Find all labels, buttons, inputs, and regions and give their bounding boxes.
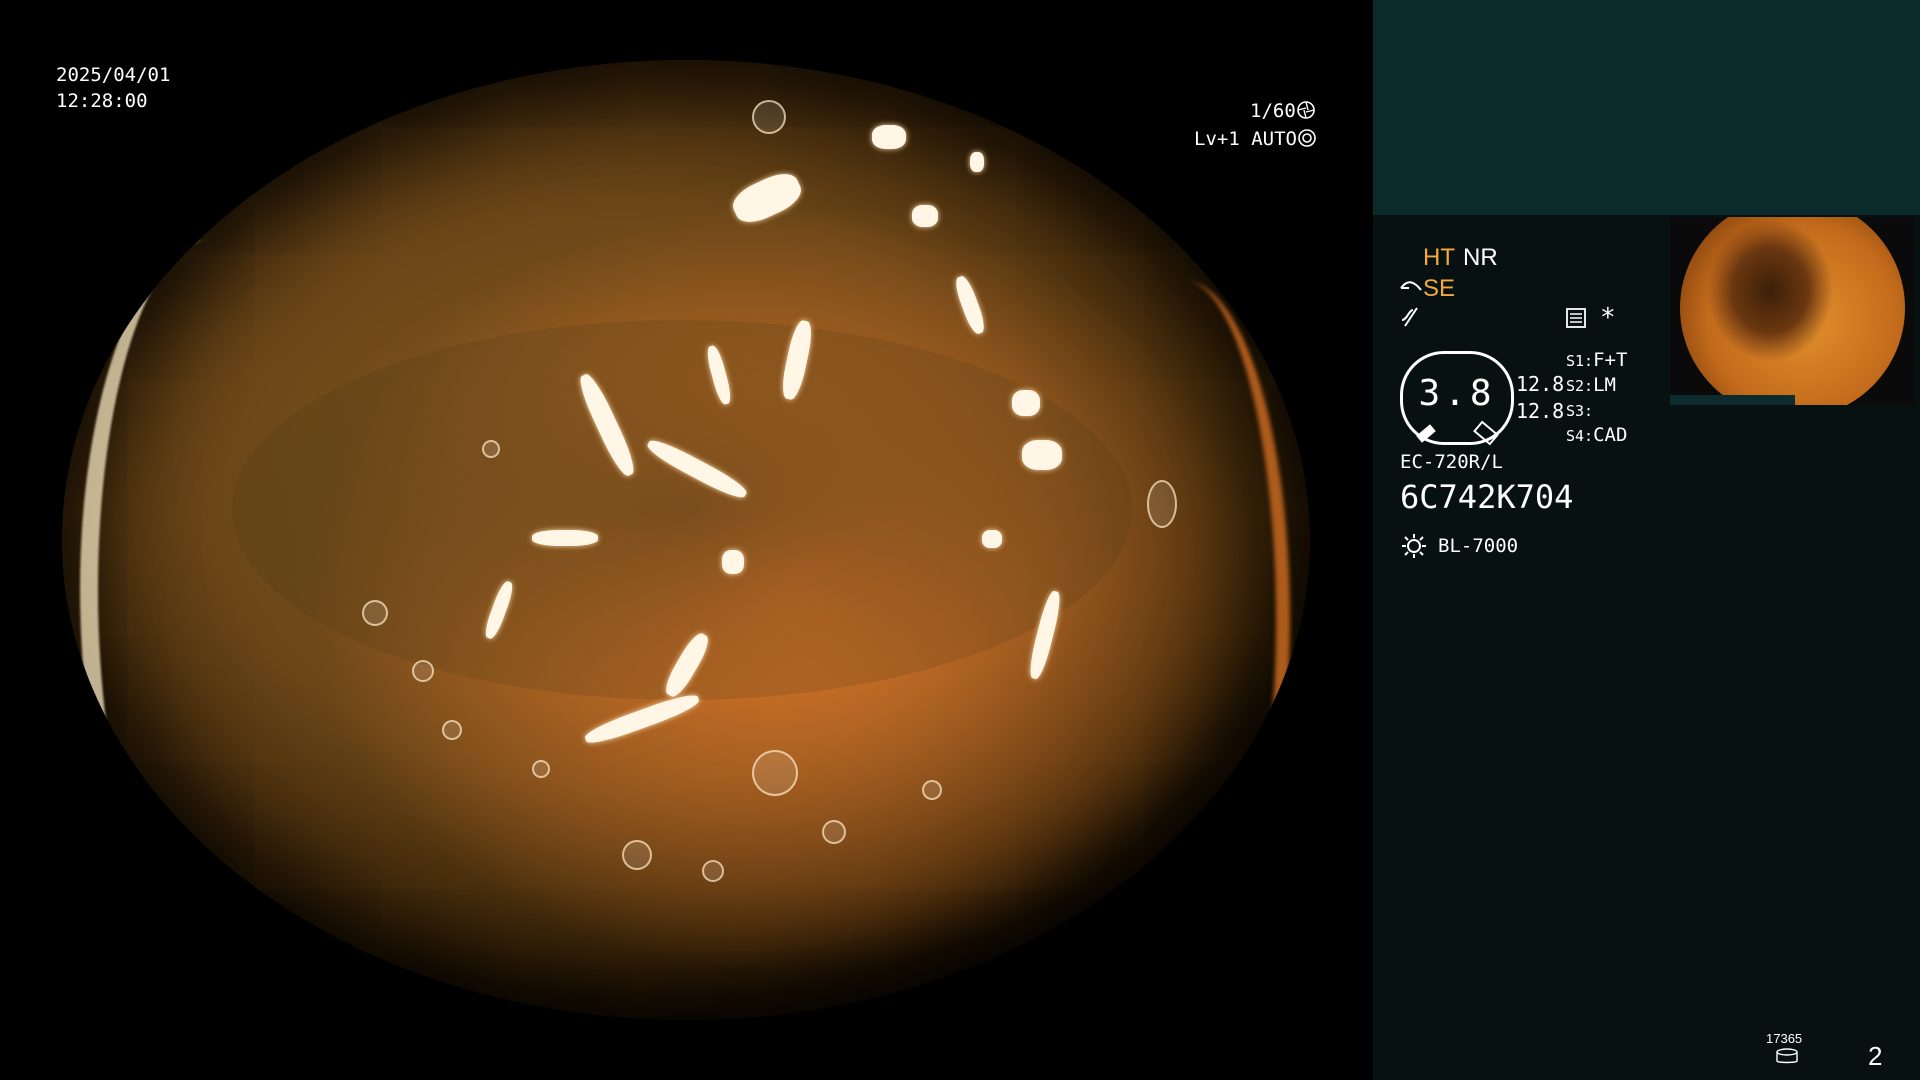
frequency-icon — [1399, 306, 1423, 334]
thumbnail-bar — [1670, 395, 1795, 405]
endoscope-video-area: 2025/04/01 12:28:00 1/60 Lv+1 AUTO — [0, 0, 1373, 1080]
ht-mode-label: HT — [1423, 244, 1455, 271]
switch-value: LM — [1593, 374, 1616, 396]
status-sidebar: HT NR SE * 3.8 12.8 12.8 S1:F+T S2:LM S3… — [1373, 0, 1920, 1080]
level-value: Lv+1 — [1194, 128, 1240, 150]
switch-key: S4: — [1566, 427, 1594, 445]
switch-row: S4:CAD — [1566, 423, 1627, 448]
fluid-bubble — [922, 780, 942, 800]
light-reflection — [1012, 390, 1040, 416]
fluid-bubble — [752, 100, 786, 134]
zoom-upper-value: 12.8 — [1516, 372, 1565, 396]
zoom-lower-value: 12.8 — [1516, 399, 1565, 423]
scope-serial: 6C742K704 — [1400, 478, 1574, 516]
switch-value: F+T — [1593, 349, 1628, 371]
nr-mode-label: NR — [1463, 244, 1498, 271]
lamp-icon — [1400, 532, 1428, 564]
date-label: 2025/04/01 — [56, 64, 171, 86]
endoscopic-image — [62, 60, 1310, 1020]
database-icon — [1775, 1048, 1799, 1070]
fluid-bubble — [822, 820, 846, 844]
left-fold-highlight — [80, 240, 338, 940]
fluid-bubble — [702, 860, 724, 882]
iris-readout: Lv+1 AUTO — [1194, 126, 1317, 152]
fluid-bubble — [622, 840, 652, 870]
fluid-bubble — [752, 750, 798, 796]
star-indicator: * — [1600, 303, 1616, 333]
se-mode-label: SE — [1423, 275, 1456, 302]
light-reflection — [727, 166, 807, 230]
storage-count: 17365 — [1766, 1031, 1803, 1046]
scope-model: EC-720R/L — [1400, 451, 1503, 473]
light-reflection — [1022, 440, 1062, 470]
zoom-max-marker — [1473, 420, 1499, 446]
switch-row: S2:LM — [1566, 373, 1616, 398]
fluid-bubble — [362, 600, 388, 626]
sidebar-header-panel — [1373, 0, 1920, 215]
light-source-label: BL-7000 — [1438, 535, 1519, 557]
fluid-bubble — [412, 660, 434, 682]
captured-image-thumbnail[interactable] — [1670, 217, 1915, 405]
light-reflection — [722, 550, 744, 574]
light-reflection — [952, 274, 988, 336]
page-number: 2 — [1868, 1041, 1883, 1071]
fluid-bubble — [442, 720, 462, 740]
iris-mode: AUTO — [1251, 128, 1297, 150]
light-reflection — [532, 530, 598, 546]
light-reflection — [912, 205, 938, 227]
right-fold — [1076, 280, 1290, 960]
bend-icon — [1399, 276, 1423, 304]
switch-key: S3: — [1566, 402, 1594, 420]
light-reflection — [982, 530, 1002, 548]
time-label: 12:28:00 — [56, 90, 148, 112]
shutter-readout: 1/60 — [1250, 98, 1316, 124]
zoom-value: 3.8 — [1418, 373, 1496, 414]
light-reflection — [970, 152, 984, 172]
fluid-bubble — [1147, 480, 1177, 528]
thumbnail-endoscopic-image — [1680, 217, 1905, 405]
zoom-indicator: 3.8 — [1400, 351, 1514, 446]
switch-row: S1:F+T — [1566, 348, 1627, 373]
switch-row: S3: — [1566, 398, 1593, 423]
mucosa-shadow — [232, 320, 1132, 700]
switch-key: S2: — [1566, 377, 1594, 395]
shutter-value: 1/60 — [1250, 100, 1296, 122]
record-settings-icon — [1565, 307, 1587, 333]
iris-icon — [1297, 126, 1317, 152]
fluid-bubble — [482, 440, 500, 458]
zoom-min-marker — [1416, 424, 1436, 443]
switch-key: S1: — [1566, 352, 1594, 370]
aperture-icon — [1296, 98, 1316, 124]
switch-value: CAD — [1593, 424, 1628, 446]
fluid-bubble — [532, 760, 550, 778]
light-reflection — [872, 125, 906, 149]
